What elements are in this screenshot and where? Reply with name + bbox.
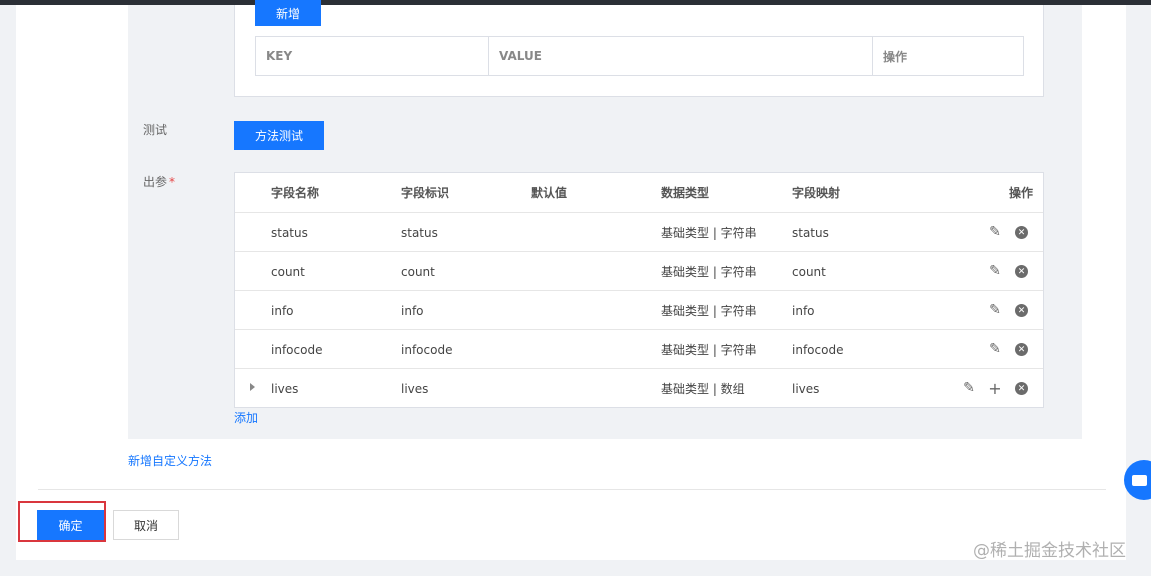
pencil-icon[interactable]: ✎ — [961, 380, 977, 396]
add-param-button[interactable]: 新增 — [255, 0, 321, 26]
output-label: 出参 * — [143, 173, 175, 190]
field-type: 基础类型 | 字符串 — [661, 343, 757, 357]
close-circle-icon[interactable]: ✕ — [1015, 226, 1028, 239]
close-circle-icon[interactable]: ✕ — [1015, 382, 1028, 395]
close-circle-icon[interactable]: ✕ — [1015, 343, 1028, 356]
table-row: count count 基础类型 | 字符串 count ✎ ✕ — [235, 251, 1043, 291]
cancel-button[interactable]: 取消 — [113, 510, 179, 540]
required-mark: * — [169, 175, 176, 189]
field-name: lives — [271, 381, 299, 396]
field-type: 基础类型 | 数组 — [661, 382, 745, 396]
field-name: status — [271, 225, 308, 240]
col-default: 默认值 — [531, 186, 568, 200]
chat-float-button[interactable] — [1124, 460, 1151, 500]
footer-divider — [38, 489, 1106, 490]
field-mapping: lives — [792, 381, 820, 396]
field-id: lives — [401, 381, 429, 396]
field-id: infocode — [401, 342, 453, 357]
chat-icon — [1132, 474, 1147, 486]
table-row: status status 基础类型 | 字符串 status ✎ ✕ — [235, 212, 1043, 252]
pencil-icon[interactable]: ✎ — [987, 224, 1003, 240]
field-type: 基础类型 | 字符串 — [661, 265, 757, 279]
col-field-name: 字段名称 — [271, 186, 320, 200]
field-id: count — [401, 264, 435, 279]
table-row: infocode infocode 基础类型 | 字符串 infocode ✎ … — [235, 329, 1043, 369]
pencil-icon[interactable]: ✎ — [987, 263, 1003, 279]
field-mapping: infocode — [792, 342, 844, 357]
table-header-row: 字段名称 字段标识 默认值 数据类型 字段映射 操作 — [235, 173, 1043, 212]
field-type: 基础类型 | 字符串 — [661, 304, 757, 318]
kv-table-header: KEY VALUE 操作 — [255, 36, 1024, 76]
kv-col-value: VALUE — [488, 37, 872, 75]
field-id: status — [401, 225, 438, 240]
close-circle-icon[interactable]: ✕ — [1015, 304, 1028, 317]
kv-col-ops: 操作 — [872, 37, 1023, 75]
field-mapping: count — [792, 264, 826, 279]
col-mapping: 字段映射 — [792, 186, 841, 200]
col-ops: 操作 — [1008, 186, 1033, 200]
field-name: count — [271, 264, 305, 279]
table-row: lives lives 基础类型 | 数组 lives ✎ + ✕ — [235, 368, 1043, 408]
col-data-type: 数据类型 — [661, 186, 710, 200]
output-params-table: 字段名称 字段标识 默认值 数据类型 字段映射 操作 status status… — [234, 172, 1044, 408]
output-label-text: 出参 — [143, 175, 168, 189]
field-name: info — [271, 303, 294, 318]
method-test-button[interactable]: 方法测试 — [234, 121, 324, 150]
kv-col-key: KEY — [266, 49, 293, 63]
plus-icon[interactable]: + — [987, 379, 1003, 398]
add-custom-method-link[interactable]: 新增自定义方法 — [128, 452, 212, 469]
field-mapping: status — [792, 225, 829, 240]
pencil-icon[interactable]: ✎ — [987, 341, 1003, 357]
table-row: info info 基础类型 | 字符串 info ✎ ✕ — [235, 290, 1043, 330]
add-output-link[interactable]: 添加 — [234, 409, 258, 426]
col-field-id: 字段标识 — [401, 186, 450, 200]
field-mapping: info — [792, 303, 815, 318]
close-circle-icon[interactable]: ✕ — [1015, 265, 1028, 278]
field-name: infocode — [271, 342, 323, 357]
field-type: 基础类型 | 字符串 — [661, 226, 757, 240]
caret-right-icon[interactable] — [250, 383, 255, 391]
watermark: @稀土掘金技术社区 — [973, 541, 1126, 561]
confirm-button[interactable]: 确定 — [37, 510, 104, 540]
pencil-icon[interactable]: ✎ — [987, 302, 1003, 318]
test-label: 测试 — [143, 123, 168, 137]
field-id: info — [401, 303, 424, 318]
